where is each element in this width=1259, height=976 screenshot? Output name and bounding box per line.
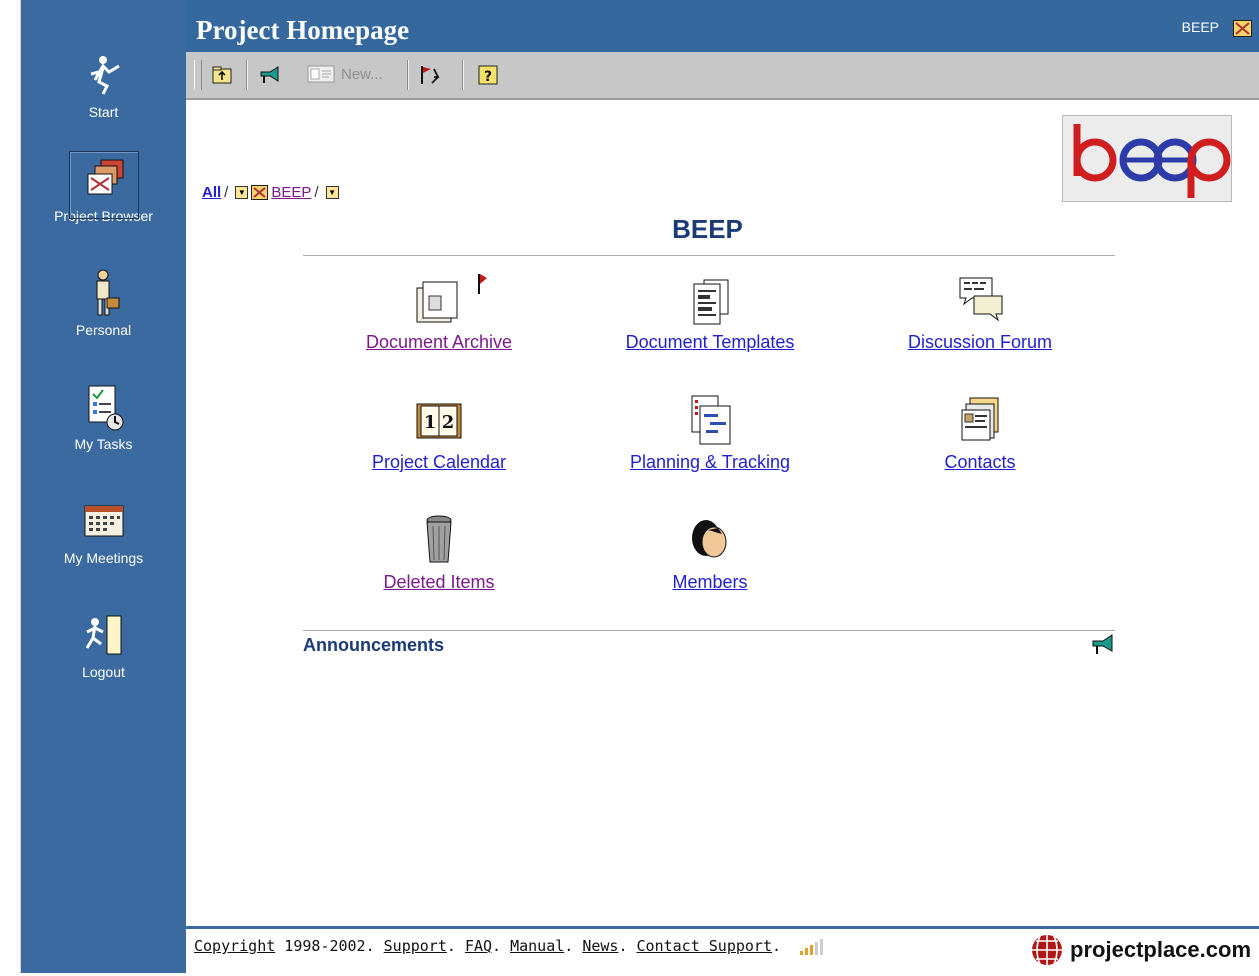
footer: Copyright 1998-2002. Support. FAQ. Manua… [186, 926, 1259, 976]
project-logo: beep [1062, 115, 1232, 202]
planning-tracking-icon [691, 395, 731, 445]
toolbar-separator [246, 60, 248, 90]
sidebar-item-personal[interactable]: Personal [21, 268, 186, 338]
toolbar-grip[interactable] [194, 60, 202, 90]
new-document-icon [307, 65, 335, 83]
svg-text:1: 1 [424, 412, 437, 433]
projectplace-logo[interactable]: projectplace.com [1030, 933, 1251, 967]
sidebar-item-label: Personal [75, 322, 132, 338]
contacts-link[interactable]: Contacts [944, 452, 1015, 473]
my-meetings-icon [84, 505, 123, 537]
toolbar-separator [462, 60, 464, 90]
tile-document-archive: Document Archive [324, 272, 554, 353]
document-archive-link[interactable]: Document Archive [366, 332, 512, 353]
sidebar-item-start[interactable]: Start [21, 50, 186, 120]
members-icon [692, 520, 727, 558]
planning-tracking-link[interactable]: Planning & Tracking [630, 452, 790, 473]
divider [303, 255, 1115, 256]
breadcrumb-all-link[interactable]: All [202, 184, 221, 201]
breadcrumb-project-link[interactable]: BEEP [271, 184, 311, 201]
page-title: Project Homepage [196, 15, 410, 45]
start-icon [90, 56, 120, 95]
document-archive-icon [416, 274, 487, 323]
document-templates-icon [693, 279, 729, 325]
document-templates-link[interactable]: Document Templates [626, 332, 795, 353]
sidebar-item-label: Logout [82, 664, 125, 680]
sidebar-item-label: Start [88, 104, 119, 120]
toolbar: New... ? [186, 52, 1259, 100]
logout-icon [85, 615, 121, 655]
members-link[interactable]: Members [672, 572, 747, 593]
personal-icon [96, 269, 119, 316]
deleted-items-link[interactable]: Deleted Items [383, 572, 494, 593]
svg-text:2: 2 [442, 412, 455, 433]
copyright-link[interactable]: Copyright [194, 937, 275, 955]
new-item-label: New... [341, 65, 383, 83]
tile-planning-tracking: Planning & Tracking [595, 392, 825, 473]
sidebar-item-logout[interactable]: Logout [21, 610, 186, 680]
flag-switch-icon[interactable] [418, 63, 442, 87]
sidebar-item-label: My Meetings [63, 550, 144, 566]
tile-document-templates: Document Templates [595, 272, 825, 353]
project-calendar-icon: 1 2 [416, 403, 462, 439]
sidebar-item-label: My Tasks [74, 436, 133, 452]
svg-text:?: ? [484, 69, 492, 85]
support-link[interactable]: Support [384, 937, 447, 955]
up-folder-icon[interactable] [210, 63, 234, 87]
tile-contacts: Contacts [865, 392, 1095, 473]
toolbar-separator [407, 60, 409, 90]
copyright-years: 1998-2002. [275, 937, 384, 955]
my-tasks-icon [88, 385, 123, 431]
tile-deleted-items: Deleted Items [324, 512, 554, 593]
project-browser-icon [87, 159, 123, 195]
title-bar: Project Homepage BEEP [186, 0, 1259, 52]
help-icon[interactable]: ? [476, 63, 500, 87]
breadcrumb-dropdown-icon[interactable]: ▼ [325, 186, 339, 199]
announcement-megaphone-icon[interactable] [1090, 632, 1116, 656]
projectplace-globe-icon [1032, 935, 1063, 965]
announcements-heading: Announcements [303, 635, 445, 655]
discussion-forum-icon [959, 277, 1003, 322]
new-item-button[interactable]: New... [307, 63, 383, 85]
deleted-items-icon [426, 515, 452, 563]
tile-discussion-forum: Discussion Forum [865, 272, 1095, 353]
contact-support-link[interactable]: Contact Support [637, 937, 772, 955]
sidebar-item-my-tasks[interactable]: My Tasks [21, 382, 186, 452]
breadcrumb-separator: / [314, 184, 319, 201]
breadcrumb: All / ▼ BEEP / ▼ [202, 184, 342, 201]
sidebar-item-my-meetings[interactable]: My Meetings [21, 496, 186, 566]
sidebar: Start Project Browser Personal My Tasks … [21, 0, 186, 973]
projectplace-brand: projectplace.com [1070, 937, 1251, 962]
project-icon[interactable] [1233, 20, 1252, 37]
connection-signal-icon [800, 938, 824, 955]
current-project-label: BEEP [1181, 19, 1219, 35]
project-heading: BEEP [672, 214, 743, 244]
news-link[interactable]: News [582, 937, 618, 955]
manual-link[interactable]: Manual [510, 937, 564, 955]
announce-megaphone-icon[interactable] [258, 63, 282, 87]
sidebar-item-project-browser[interactable]: Project Browser [21, 151, 186, 224]
main-content: beep All / ▼ BEEP / ▼ BEEP Document Arch… [186, 100, 1259, 926]
faq-link[interactable]: FAQ [465, 937, 492, 955]
tile-members: Members [595, 512, 825, 593]
breadcrumb-separator: / [224, 184, 229, 201]
discussion-forum-link[interactable]: Discussion Forum [908, 332, 1052, 353]
project-calendar-link[interactable]: Project Calendar [372, 452, 506, 473]
footer-links: Copyright 1998-2002. Support. FAQ. Manua… [194, 937, 828, 955]
tile-project-calendar: 1 2 Project Calendar [324, 392, 554, 473]
contacts-icon [961, 397, 999, 441]
project-icon [251, 185, 269, 200]
breadcrumb-dropdown-icon[interactable]: ▼ [235, 186, 249, 199]
divider [303, 630, 1115, 631]
window-left-edge [0, 0, 21, 973]
